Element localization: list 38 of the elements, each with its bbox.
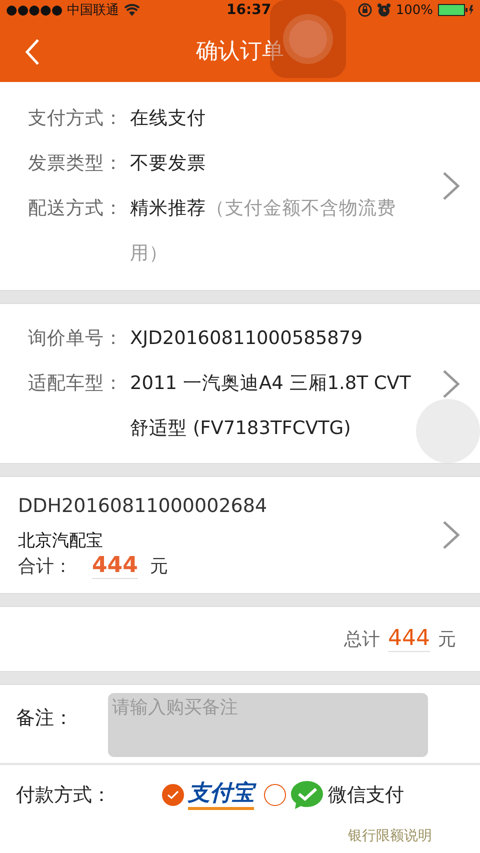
subtotal-label: 合计： [18, 555, 72, 578]
total-amount: 444 [388, 626, 430, 652]
alarm-clock-icon [376, 3, 391, 17]
page-title: 确认订单 [196, 38, 284, 66]
field-value: 不要发票 [130, 152, 207, 176]
subtotal-amount: 444 [92, 553, 138, 579]
clock-time: 16:37 [226, 2, 272, 18]
remark-field[interactable]: 请输入购买备注 [108, 693, 428, 757]
field-label: 询价单号： [28, 327, 124, 351]
currency-label: 元 [438, 628, 456, 651]
field-value: 在线支付 [130, 107, 207, 131]
field-label: 发票类型： [28, 152, 124, 176]
chevron-icon [442, 171, 460, 201]
order-number: DDH20160811000002684 [18, 494, 268, 519]
chat-bubble-icon [290, 780, 324, 810]
store-name: 北京汽配宝 [18, 530, 104, 553]
currency-label: 元 [150, 555, 168, 578]
radio-button[interactable] [264, 784, 286, 806]
payment-label: 付款方式： [16, 783, 112, 808]
field-value: 精米推荐（支付金额不含物流费用） [130, 197, 397, 266]
remark-label: 备注： [16, 706, 74, 731]
battery-icon [438, 4, 474, 16]
radio-button[interactable] [162, 784, 184, 806]
field-label: 配送方式： [28, 197, 124, 221]
alipay-logo[interactable]: 支付宝 [188, 780, 254, 810]
battery-percent: 100% [396, 2, 433, 18]
rotation-lock-icon [358, 3, 372, 17]
carrier-label: ●●●●● 中国联通 [6, 2, 119, 19]
field-value: XJD20160811000585879 [130, 327, 364, 351]
chevron-icon [442, 520, 460, 550]
wechat-pay-label[interactable]: 微信支付 [328, 782, 404, 808]
chevron-icon [442, 368, 460, 398]
check-icon [167, 790, 179, 800]
field-label: 适配车型： [28, 372, 124, 396]
total-label: 总计 [344, 628, 380, 651]
field-label: 支付方式： [28, 107, 124, 131]
field-value: 2011 一汽奥迪A4 三厢1.8T CVT 舒适型 (FV7183TFCVTG) [130, 372, 412, 441]
wifi-icon [124, 4, 140, 16]
